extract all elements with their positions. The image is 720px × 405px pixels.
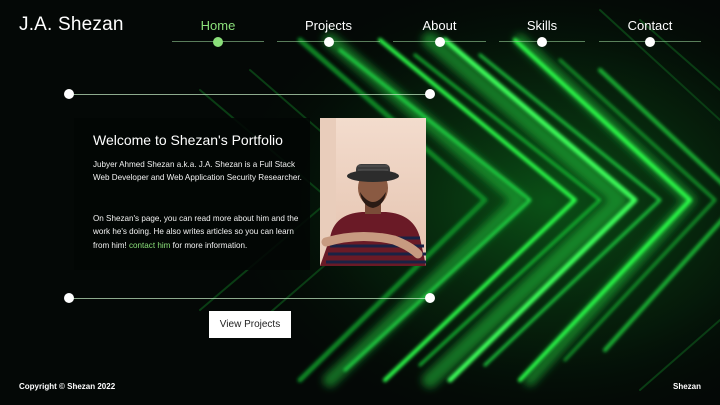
intro-title: Welcome to Shezan's Portfolio [93,132,283,148]
nav-skills-label: Skills [526,18,558,33]
top-divider-line [69,94,431,95]
contact-link[interactable]: contact him [129,241,170,250]
bottom-divider-line [69,298,431,299]
site-brand[interactable]: J.A. Shezan [19,14,124,36]
about-text-after: for more information. [172,240,248,250]
bottom-divider-left-dot [64,293,74,303]
profile-photo [320,118,426,266]
bottom-divider-right-dot [425,293,435,303]
nav-home-label: Home [200,18,236,33]
nav-projects-dot [323,37,334,47]
nav-contact-dot [645,37,655,47]
view-projects-button[interactable]: View Projects [209,311,291,338]
nav-contact[interactable]: Contact [599,0,701,50]
nav-about[interactable]: About [393,0,486,50]
nav-skills[interactable]: Skills [499,0,585,50]
footer-brand[interactable]: Shezan [673,382,701,391]
nav-projects[interactable]: Projects [277,0,380,50]
about-paragraph: On Shezan's page, you can read more abou… [93,212,303,252]
top-divider-right-dot [425,89,435,99]
top-divider-left-dot [64,89,74,99]
nav-projects-label: Projects [305,18,352,33]
intro-paragraph: Jubyer Ahmed Shezan a.k.a. J.A. Shezan i… [93,160,302,183]
nav-home-dot [213,37,223,47]
nav-skills-dot [537,37,547,47]
nav-contact-label: Contact [627,18,673,33]
copyright-text: Copyright © Shezan 2022 [19,382,116,391]
nav-about-dot [434,37,445,47]
nav-about-label: About [422,18,457,33]
intro-card: Welcome to Shezan's Portfolio Jubyer Ahm… [74,118,310,270]
nav-home[interactable]: Home [172,0,264,50]
